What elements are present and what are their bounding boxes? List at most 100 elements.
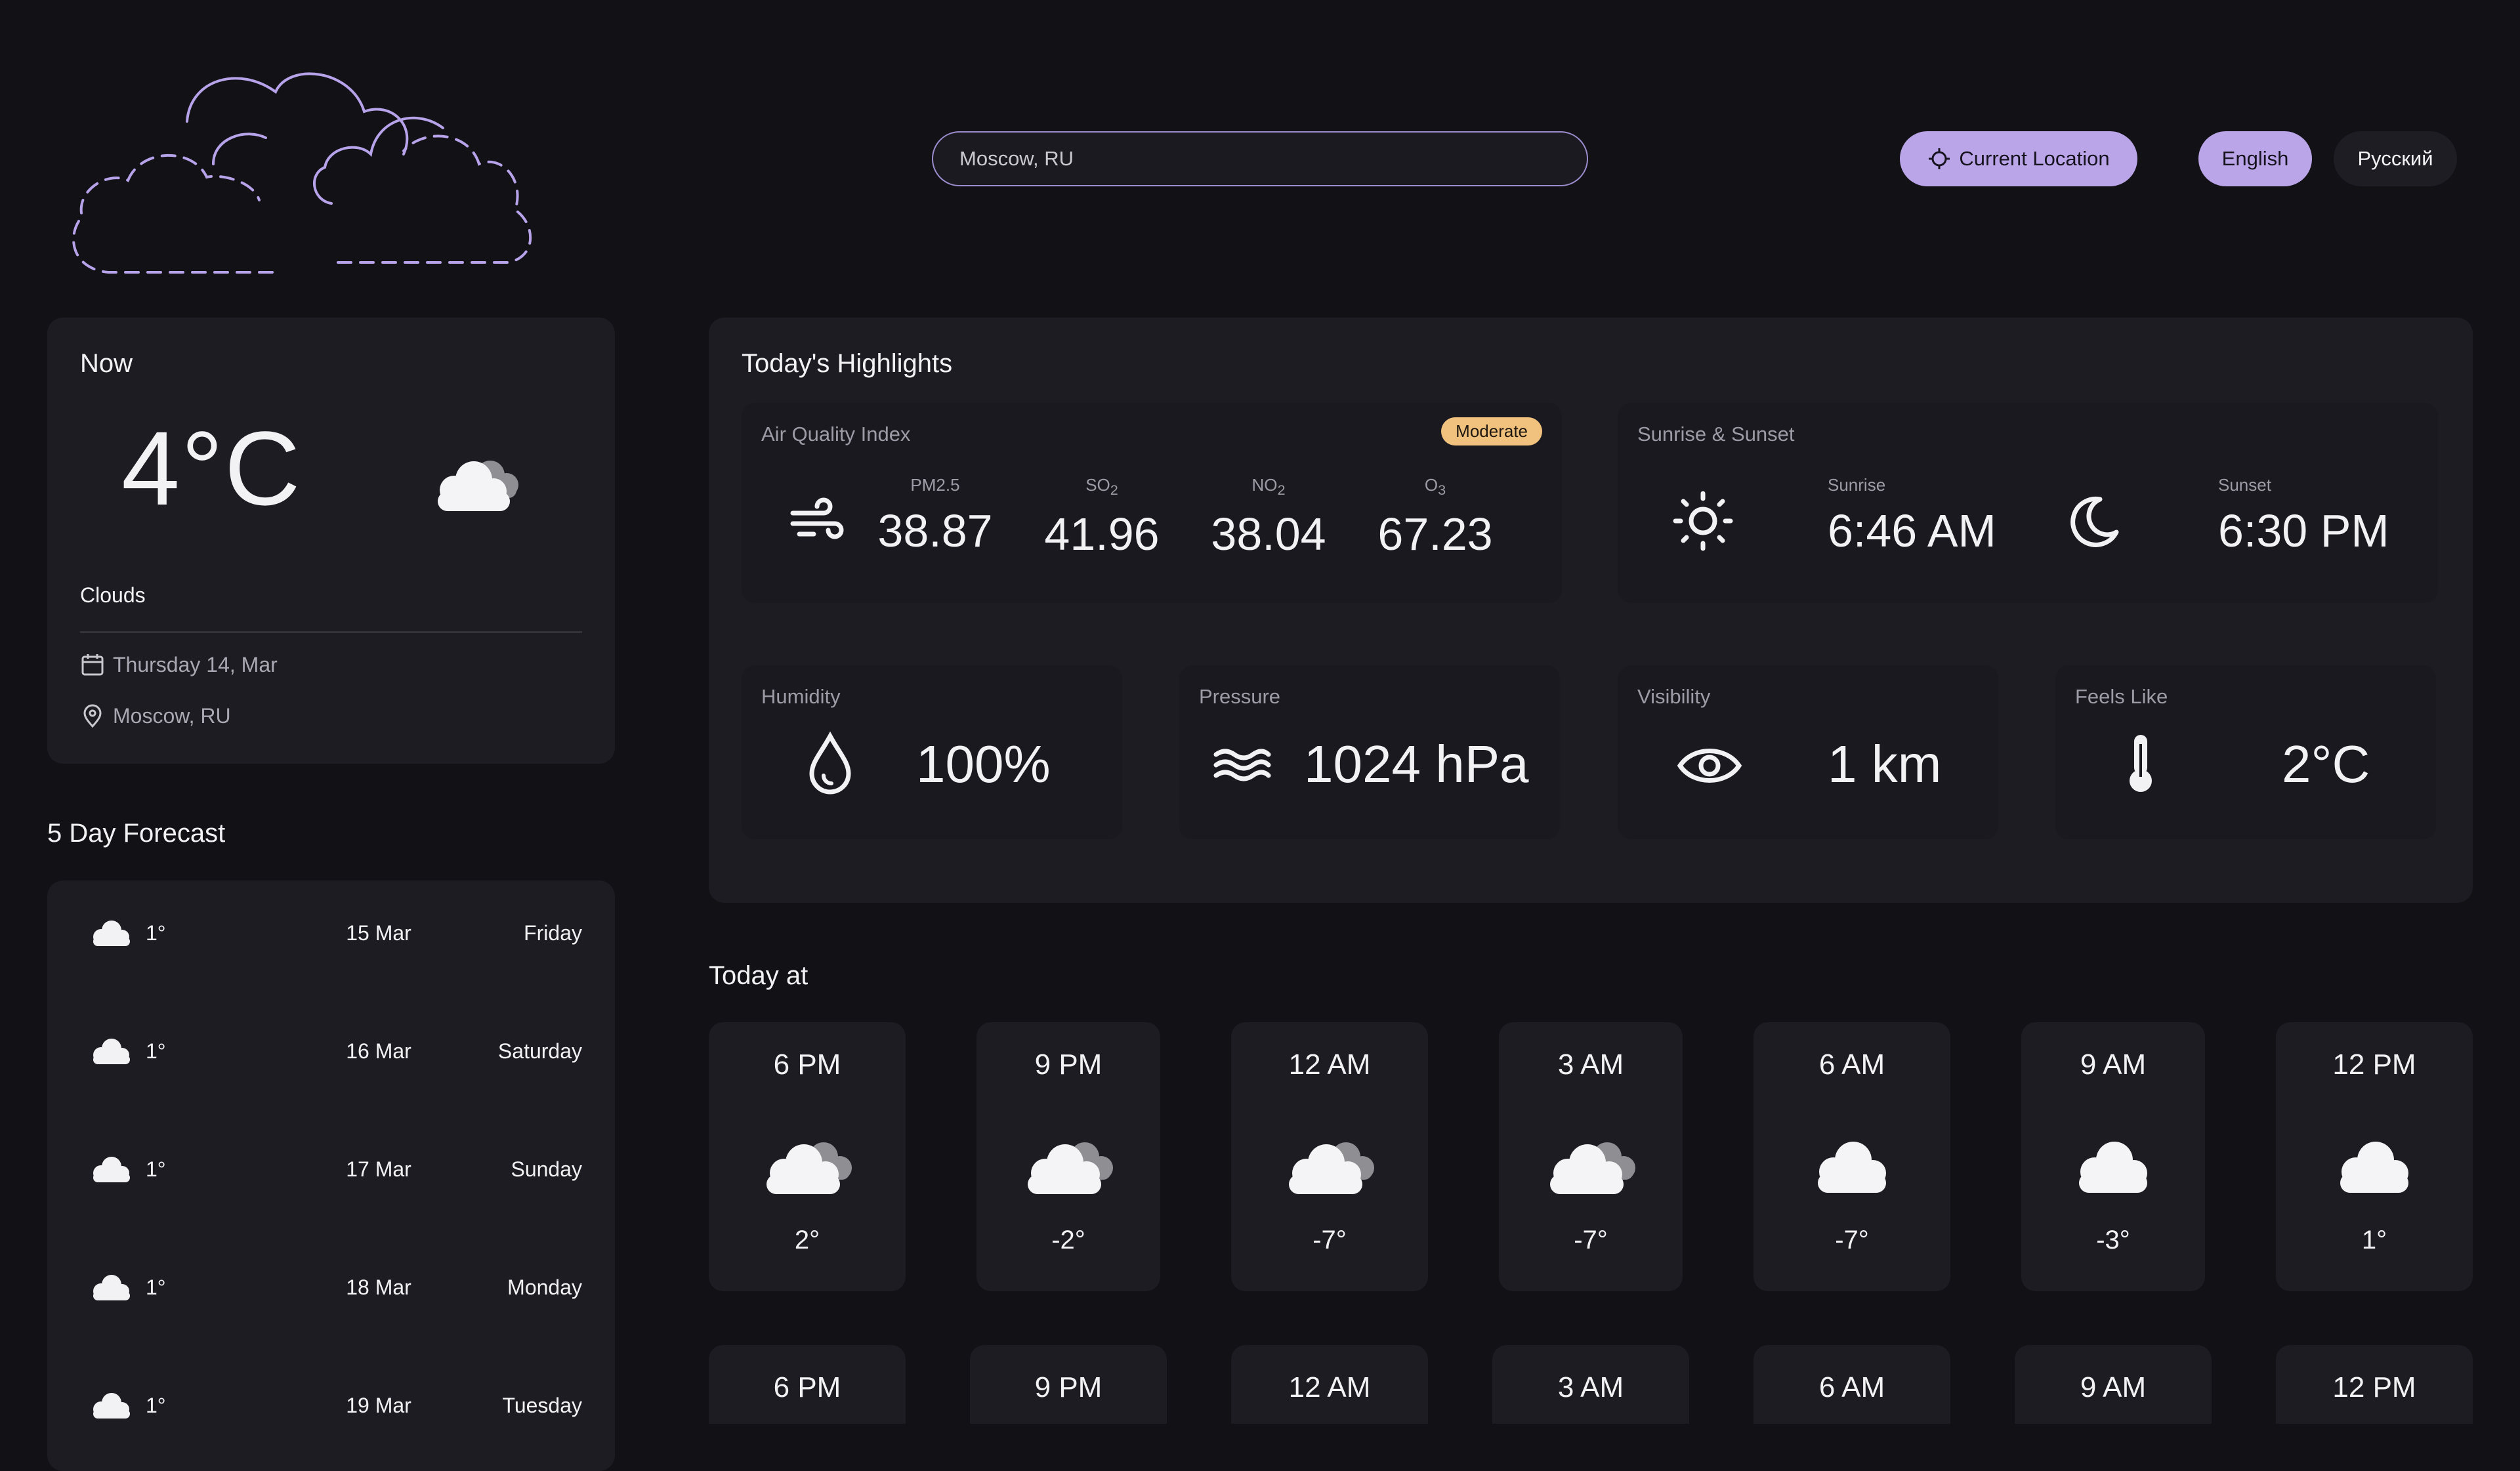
sunrise-label: Sunrise: [1828, 475, 1886, 495]
forecast-date: 19 Mar: [346, 1394, 411, 1417]
aqi-metric-no2: NO2 38.04: [1203, 475, 1334, 560]
forecast-row: 1° 16 Mar Saturday: [47, 1020, 615, 1085]
sunrise-time: 6:46 AM: [1828, 505, 1996, 556]
pressure-value: 1024 hPa: [1304, 735, 1529, 793]
current-weather-card: Now 4°C Clouds Thursday 14, Mar Moscow, …: [47, 318, 615, 764]
city-search-field[interactable]: [932, 131, 1588, 186]
aqi-metric-so2: SO2 41.96: [1036, 475, 1167, 560]
forecast-temp: 1°: [146, 1394, 166, 1417]
hourly-wind-card: 12 AM: [1231, 1345, 1428, 1424]
sunset-label: Sunset: [2218, 475, 2271, 495]
aqi-value: 41.96: [1044, 508, 1160, 560]
aqi-key-subscript: 3: [1438, 482, 1446, 499]
forecast-day: Friday: [524, 921, 582, 945]
air-quality-panel: Air Quality Index Moderate PM2.5 38.87 S…: [742, 403, 1562, 603]
city-search-input[interactable]: [959, 147, 1587, 171]
humidity-panel: Humidity 100%: [742, 665, 1122, 839]
forecast-date: 15 Mar: [346, 921, 411, 945]
aqi-value: 38.87: [877, 505, 993, 556]
hourly-temp: 2°: [794, 1226, 820, 1254]
broken-clouds-icon: [1550, 1142, 1635, 1194]
hourly-card: 9 AM -3°: [2021, 1022, 2205, 1291]
broken-clouds-icon: [1028, 1142, 1113, 1194]
hourly-time: 3 AM: [1557, 1048, 1624, 1081]
aqi-metric-pm25: PM2.5 38.87: [870, 475, 1001, 557]
forecast-temp: 1°: [146, 1275, 166, 1299]
sunset-block: Sunset 6:30 PM: [2218, 475, 2389, 557]
forecast-heading: 5 Day Forecast: [47, 819, 226, 848]
weather-description: Clouds: [80, 583, 146, 607]
humidity-value: 100%: [916, 735, 1051, 793]
crosshair-icon: [1929, 148, 1950, 169]
divider: [80, 631, 582, 633]
calendar-icon: [81, 654, 104, 676]
aqi-key: PM2.5: [910, 475, 960, 495]
broken-clouds-icon: [766, 1142, 852, 1194]
hourly-time: 12 AM: [1288, 1048, 1371, 1081]
hourly-time: 6 PM: [773, 1048, 841, 1081]
sun-icon: [1673, 491, 1733, 551]
forecast-day: Tuesday: [502, 1394, 582, 1417]
current-temperature: 4°C: [121, 409, 302, 527]
cloud-icon: [93, 1039, 130, 1064]
forecast-list: 1° 15 Mar Friday 1° 16 Mar Saturday 1° 1…: [47, 881, 615, 1471]
hourly-temp: -7°: [1312, 1226, 1347, 1254]
cloud-icon: [93, 1157, 130, 1182]
forecast-temp: 1°: [146, 1157, 166, 1181]
hourly-wind-card: 6 PM: [709, 1345, 906, 1424]
hourly-card: 12 PM 1°: [2276, 1022, 2473, 1291]
cloud-icon: [1818, 1142, 1886, 1193]
feels-like-value: 2°C: [2282, 735, 2370, 793]
current-location-row: Moscow, RU: [80, 703, 231, 728]
highlights-heading: Today's Highlights: [742, 349, 953, 378]
feels-like-panel: Feels Like 2°C: [2055, 665, 2436, 839]
hourly-temp: -2°: [1051, 1226, 1085, 1254]
cloud-icon: [93, 1393, 130, 1419]
sunset-time: 6:30 PM: [2218, 505, 2389, 556]
hourly-time: 6 PM: [773, 1371, 841, 1403]
today-heading: Today at: [709, 961, 808, 990]
broken-clouds-icon: [1289, 1142, 1374, 1194]
russian-language-button[interactable]: Русский: [2334, 131, 2457, 186]
feels-like-label: Feels Like: [2075, 685, 2168, 708]
aqi-key: SO: [1085, 475, 1110, 495]
hourly-temp: -3°: [2096, 1226, 2130, 1254]
sunrise-block: Sunrise 6:46 AM: [1828, 475, 1996, 557]
sunrise-sunset-panel: Sunrise & Sunset Sunrise 6:46 AM Sunset …: [1618, 403, 2438, 603]
hourly-time: 12 PM: [2332, 1371, 2416, 1403]
hourly-time: 12 PM: [2332, 1048, 2416, 1081]
current-location-button[interactable]: Current Location: [1900, 131, 2137, 186]
english-label: English: [2221, 147, 2289, 170]
hourly-wind-card: 12 PM: [2276, 1345, 2473, 1424]
aqi-status-badge: Moderate: [1441, 417, 1542, 445]
english-language-button[interactable]: English: [2198, 131, 2312, 186]
visibility-label: Visibility: [1637, 685, 1711, 708]
forecast-date: 17 Mar: [346, 1157, 411, 1181]
forecast-day: Monday: [507, 1275, 582, 1299]
cloud-icon: [93, 1275, 130, 1300]
eye-icon: [1677, 749, 1742, 783]
aqi-value: 38.04: [1211, 508, 1326, 560]
hourly-card: 3 AM -7°: [1499, 1022, 1683, 1291]
hourly-time: 6 AM: [1818, 1371, 1885, 1403]
cloud-icon: [93, 921, 130, 946]
forecast-date: 16 Mar: [346, 1039, 411, 1063]
current-date-row: Thursday 14, Mar: [80, 652, 278, 677]
forecast-row: 1° 17 Mar Sunday: [47, 1138, 615, 1203]
hourly-card: 12 AM -7°: [1231, 1022, 1428, 1291]
hourly-card: 6 AM -7°: [1754, 1022, 1950, 1291]
cloud-icon: [2340, 1142, 2408, 1193]
visibility-value: 1 km: [1828, 735, 1942, 793]
hourly-card: 6 PM 2°: [709, 1022, 906, 1291]
russian-label: Русский: [2357, 147, 2433, 170]
forecast-date: 18 Mar: [346, 1275, 411, 1299]
hourly-card: 9 PM -2°: [976, 1022, 1160, 1291]
forecast-day: Saturday: [497, 1039, 582, 1063]
visibility-panel: Visibility 1 km: [1618, 665, 1998, 839]
forecast-temp: 1°: [146, 1039, 166, 1063]
hourly-wind-card: 9 AM: [2015, 1345, 2212, 1424]
thermometer-icon: [2130, 735, 2152, 792]
aqi-key: O: [1424, 475, 1438, 495]
hourly-temp: -7°: [1574, 1226, 1608, 1254]
forecast-row: 1° 15 Mar Friday: [47, 901, 615, 967]
